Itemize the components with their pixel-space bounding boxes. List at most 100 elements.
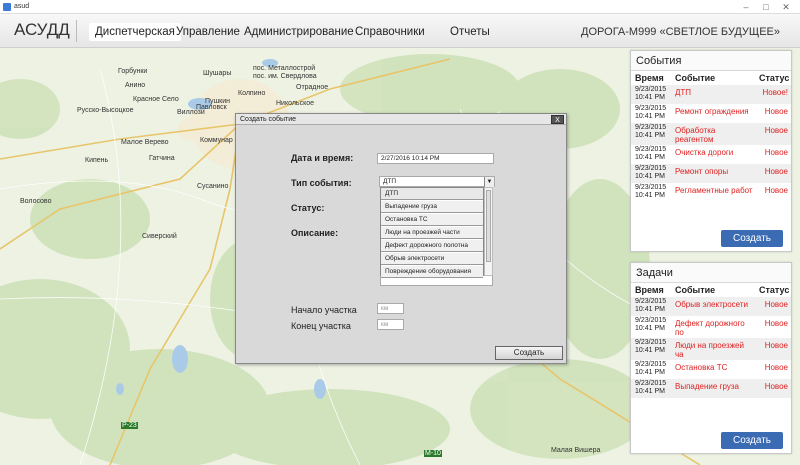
dropdown-option[interactable]: Выпадение груза [381, 201, 483, 213]
row-event: Ремонт ограждения [675, 107, 749, 116]
table-row[interactable]: 9/23/2015 10:41 PM Очистка дороги Новое [631, 145, 791, 164]
map-label: Сусанино [197, 183, 229, 190]
row-event: Обрыв электросети [671, 297, 755, 316]
table-row[interactable]: 9/23/2015 10:41 PM Регламентные работ Новое [631, 183, 791, 202]
organization-name: ДОРОГА-М999 «СВЕТЛОЕ БУДУЩЕЕ» [581, 26, 780, 38]
map-label: Никольское [276, 100, 315, 107]
table-row[interactable]: 9/23/2015 10:41 PM Обработка реагентом Ново… [631, 123, 791, 145]
row-time: 10:41 PM [635, 94, 665, 101]
map-label: Колпино [238, 90, 266, 97]
event-type-value: ДТП [383, 178, 397, 185]
map-label: Красное Село [133, 96, 179, 103]
column-header-status: Статус [759, 73, 790, 83]
row-status: Новое [755, 123, 791, 145]
row-date: 9/23/2015 [635, 361, 667, 368]
row-event: Остановка ТС [675, 363, 728, 372]
row-time: 10:41 PM [635, 192, 665, 199]
nav-reports[interactable]: Отчеты [444, 23, 496, 41]
dropdown-scrollbar[interactable] [484, 187, 493, 276]
table-row[interactable]: 9/23/2015 10:41 PM Обрыв электросети Новое [631, 297, 791, 316]
map-label: Отрадное [296, 84, 329, 91]
scrollbar-thumb[interactable] [486, 190, 491, 262]
row-time: 10:41 PM [635, 154, 665, 161]
row-time: 10:41 PM [635, 132, 665, 139]
table-row[interactable]: 9/23/2015 10:41 PM Ремонт ограждения Новое [631, 104, 791, 123]
map-label: Русско-Высоцкое [77, 107, 134, 114]
chevron-down-icon[interactable]: ▼ [484, 177, 494, 187]
map-label: Волосово [20, 198, 52, 205]
row-event: Дефект дорожного по [675, 319, 745, 337]
table-row[interactable]: 9/23/2015 10:41 PM Ремонт опоры Новое [631, 164, 791, 183]
row-date: 9/23/2015 [635, 184, 667, 191]
tasks-panel: Задачи Время Событие Статус 9/23/2015 10:… [630, 262, 792, 454]
dialog-create-button[interactable]: Создать [495, 346, 563, 360]
row-time: 10:41 PM [635, 347, 665, 354]
row-date: 9/23/2015 [635, 339, 667, 346]
status-label: Статус: [291, 203, 325, 213]
row-time: 10:41 PM [635, 388, 665, 395]
dropdown-option[interactable]: Повреждение оборудования [381, 266, 483, 278]
app-icon [3, 2, 11, 11]
row-date: 9/23/2015 [635, 380, 667, 387]
map-label: Анино [125, 82, 146, 89]
row-time: 10:41 PM [635, 325, 665, 332]
row-status: Новое [755, 379, 791, 398]
column-header-time: Время [635, 73, 664, 83]
window-title: asud [14, 3, 30, 10]
table-row[interactable]: 9/23/2015 10:41 PM Дефект дорожного по Ново… [631, 316, 791, 338]
row-event: Ремонт опоры [671, 164, 755, 183]
minimize-button[interactable]: – [736, 0, 756, 14]
row-event: ДТП [671, 85, 755, 104]
map-label: Сиверский [142, 233, 177, 240]
maximize-button[interactable]: □ [756, 0, 776, 14]
row-event: Люди на проезжей ча [671, 338, 755, 360]
start-km-input[interactable]: км [377, 303, 404, 314]
row-status: Новое! [755, 85, 791, 104]
map-label: Шушары [203, 70, 232, 77]
row-time: 10:41 PM [635, 173, 665, 180]
road-sign: Р-23 [121, 422, 138, 429]
description-label: Описание: [291, 228, 339, 238]
nav-dispatch[interactable]: Диспетчерская [89, 23, 181, 41]
dialog-close-button[interactable]: X [551, 115, 564, 124]
tasks-table: Время Событие Статус 9/23/2015 10:41 PM Об… [631, 283, 791, 398]
table-row[interactable]: 9/23/2015 10:41 PM ДТП Новое! [631, 85, 791, 104]
map-label: пос. Металлострой [253, 65, 316, 72]
table-row[interactable]: 9/23/2015 10:41 PM Люди на проезжей ча Ново… [631, 338, 791, 360]
column-header-event: Событие [675, 73, 716, 83]
table-row[interactable]: 9/23/2015 10:41 PM Выпадение груза Новое [631, 379, 791, 398]
row-status: Новое [755, 164, 791, 183]
close-window-button[interactable]: ✕ [776, 0, 796, 14]
create-task-button[interactable]: Создать [721, 432, 783, 449]
map-label: Малая Вишера [551, 447, 601, 454]
dropdown-option[interactable]: ДТП [381, 188, 483, 200]
end-section-label: Конец участка [291, 321, 351, 331]
dropdown-option[interactable]: Остановка ТС [381, 214, 483, 226]
end-km-input[interactable]: км [377, 319, 404, 330]
nav-directories[interactable]: Справочники [349, 23, 431, 41]
row-event: Регламентные работ [675, 186, 753, 195]
date-time-field[interactable]: 2/27/2016 10:14 PM [377, 153, 494, 164]
dropdown-option[interactable]: Люди на проезжей части [381, 227, 483, 239]
nav-management[interactable]: Управление [170, 23, 246, 41]
event-type-select[interactable]: ДТП ▼ [379, 176, 495, 187]
row-time: 10:41 PM [635, 369, 665, 376]
create-event-button[interactable]: Создать [721, 230, 783, 247]
top-navigation: АСУДД Диспетчерская Управление Администр… [0, 14, 800, 48]
row-date: 9/23/2015 [635, 105, 667, 112]
map-label: пос. им. Свердлова [253, 73, 317, 80]
dropdown-option[interactable]: Обрыв электросети [381, 253, 483, 265]
column-header-event: Событие [675, 285, 716, 295]
row-time: 10:41 PM [635, 306, 665, 313]
map-label: Коммунар [200, 137, 233, 144]
map-label: Пушкин [205, 98, 230, 105]
nav-administration[interactable]: Администрирование [238, 23, 360, 41]
dialog-title: Создать событие [236, 114, 566, 125]
dropdown-option[interactable]: Дефект дорожного полотна [381, 240, 483, 252]
column-header-time: Время [635, 285, 664, 295]
row-date: 9/23/2015 [635, 317, 667, 324]
app-logo: АСУДД [14, 20, 70, 39]
row-status: Новое [764, 319, 788, 328]
row-status: Новое [764, 107, 788, 116]
table-row[interactable]: 9/23/2015 10:41 PM Остановка ТС Новое [631, 360, 791, 379]
